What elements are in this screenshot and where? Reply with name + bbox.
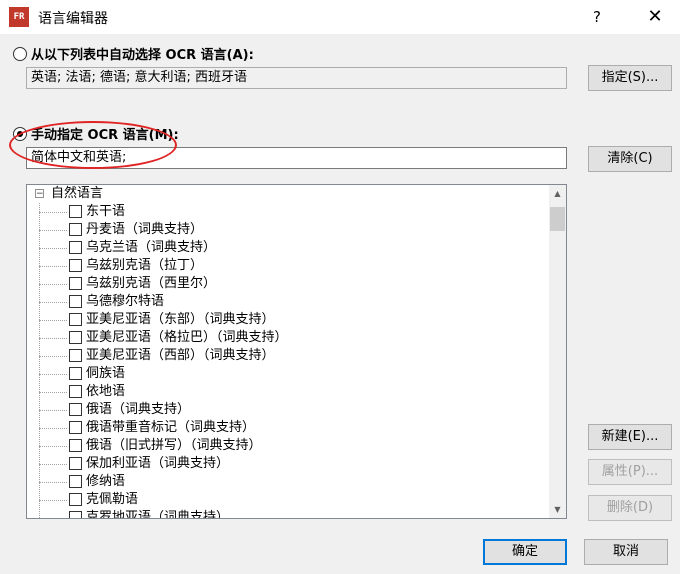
language-tree[interactable]: − 自然语言 东干语丹麦语（词典支持） 乌克兰语（词典支持） 乌兹别克语（拉丁） 乌兹… <box>26 184 567 519</box>
delete-button[interactable]: 删除(D) <box>588 495 672 521</box>
language-checkbox[interactable] <box>69 439 82 452</box>
tree-connector-line <box>39 248 67 249</box>
language-label: 丹麦语（词典支持） <box>86 222 204 237</box>
language-label: 俄语（词典支持） <box>86 402 191 417</box>
language-checkbox[interactable] <box>69 277 82 290</box>
title-bar: FR 语言编辑器 ? ✕ <box>0 0 680 34</box>
language-checkbox[interactable] <box>69 475 82 488</box>
properties-button[interactable]: 属性(P)... <box>588 459 672 485</box>
app-logo-icon: FR <box>9 7 29 27</box>
tree-item[interactable]: 克佩勒语 <box>27 491 547 509</box>
ok-button[interactable]: 确定 <box>483 539 567 565</box>
language-label: 乌兹别克语（西里尔） <box>86 276 217 291</box>
auto-languages-field: 英语; 法语; 德语; 意大利语; 西班牙语 <box>26 67 567 89</box>
language-checkbox[interactable] <box>69 223 82 236</box>
tree-connector-line <box>39 266 67 267</box>
language-checkbox[interactable] <box>69 493 82 506</box>
language-checkbox[interactable] <box>69 421 82 434</box>
tree-connector-line <box>39 464 67 465</box>
scroll-up-arrow-icon[interactable]: ▲ <box>549 185 566 202</box>
scroll-down-arrow-icon[interactable]: ▼ <box>549 501 566 518</box>
language-checkbox[interactable] <box>69 295 82 308</box>
tree-scrollbar[interactable]: ▲ ▼ <box>549 185 566 518</box>
language-label: 保加利亚语（词典支持） <box>86 456 230 471</box>
tree-item[interactable]: 乌克兰语（词典支持） <box>27 239 547 257</box>
tree-item[interactable]: 侗族语 <box>27 365 547 383</box>
tree-connector-line <box>39 446 67 447</box>
language-checkbox[interactable] <box>69 349 82 362</box>
language-checkbox[interactable] <box>69 259 82 272</box>
close-button[interactable]: ✕ <box>644 6 666 28</box>
tree-item[interactable]: 丹麦语（词典支持） <box>27 221 547 239</box>
window-title: 语言编辑器 <box>38 11 108 27</box>
language-label: 侗族语 <box>86 366 126 381</box>
tree-connector-line <box>39 212 67 213</box>
language-label: 亚美尼亚语（西部）（词典支持） <box>86 348 275 363</box>
tree-connector-line <box>39 482 67 483</box>
tree-connector-line <box>39 410 67 411</box>
collapse-icon[interactable]: − <box>35 189 44 199</box>
specify-button[interactable]: 指定(S)... <box>588 65 672 91</box>
language-label: 依地语 <box>86 384 126 399</box>
tree-connector-line <box>39 302 67 303</box>
language-label: 亚美尼亚语（东部）（词典支持） <box>86 312 275 327</box>
language-label: 亚美尼亚语（格拉巴）（词典支持） <box>86 330 288 345</box>
language-label: 俄语（旧式拼写）（词典支持） <box>86 438 262 453</box>
tree-root-natural-languages[interactable]: − 自然语言 <box>27 185 547 203</box>
tree-connector-line <box>39 392 67 393</box>
tree-item[interactable]: 保加利亚语（词典支持） <box>27 455 547 473</box>
auto-select-label: 从以下列表中自动选择 OCR 语言(A): <box>31 48 254 63</box>
language-checkbox[interactable] <box>69 331 82 344</box>
tree-item[interactable]: 修纳语 <box>27 473 547 491</box>
manual-languages-input[interactable]: 简体中文和英语; <box>26 147 567 169</box>
tree-item[interactable]: 俄语带重音标记（词典支持） <box>27 419 547 437</box>
manual-select-radio[interactable] <box>13 127 27 141</box>
language-label: 乌克兰语（词典支持） <box>86 240 217 255</box>
language-checkbox[interactable] <box>69 457 82 470</box>
language-checkbox[interactable] <box>69 385 82 398</box>
tree-item[interactable]: 东干语 <box>27 203 547 221</box>
tree-item[interactable]: 依地语 <box>27 383 547 401</box>
tree-item[interactable]: 俄语（词典支持） <box>27 401 547 419</box>
tree-connector-line <box>39 428 67 429</box>
cancel-button[interactable]: 取消 <box>584 539 668 565</box>
language-checkbox[interactable] <box>69 403 82 416</box>
manual-select-label: 手动指定 OCR 语言(M): <box>31 128 179 143</box>
auto-select-radio[interactable] <box>13 47 27 61</box>
tree-item[interactable]: 亚美尼亚语（东部）（词典支持） <box>27 311 547 329</box>
tree-connector-line <box>39 338 67 339</box>
tree-item[interactable]: 乌德穆尔特语 <box>27 293 547 311</box>
language-label: 克罗地亚语（词典支持） <box>86 510 230 519</box>
tree-item[interactable]: 俄语（旧式拼写）（词典支持） <box>27 437 547 455</box>
language-label: 东干语 <box>86 204 126 219</box>
language-label: 乌德穆尔特语 <box>86 294 165 309</box>
tree-item[interactable]: 乌兹别克语（拉丁） <box>27 257 547 275</box>
language-label: 俄语带重音标记（词典支持） <box>86 420 256 435</box>
tree-root-label: 自然语言 <box>51 186 104 201</box>
tree-item[interactable]: 亚美尼亚语（格拉巴）（词典支持） <box>27 329 547 347</box>
language-checkbox[interactable] <box>69 205 82 218</box>
language-checkbox[interactable] <box>69 367 82 380</box>
language-checkbox[interactable] <box>69 511 82 518</box>
language-label: 修纳语 <box>86 474 126 489</box>
tree-item[interactable]: 乌兹别克语（西里尔） <box>27 275 547 293</box>
language-checkbox[interactable] <box>69 313 82 326</box>
tree-connector-line <box>39 500 67 501</box>
tree-connector-line <box>39 230 67 231</box>
clear-button[interactable]: 清除(C) <box>588 146 672 172</box>
language-label: 克佩勒语 <box>86 492 139 507</box>
tree-connector-line <box>39 374 67 375</box>
language-checkbox[interactable] <box>69 241 82 254</box>
tree-connector-line <box>39 356 67 357</box>
tree-connector-line <box>39 284 67 285</box>
tree-connector-line <box>39 518 67 519</box>
help-button[interactable]: ? <box>586 6 608 28</box>
tree-connector-line <box>39 320 67 321</box>
scroll-thumb[interactable] <box>550 207 565 231</box>
language-label: 乌兹别克语（拉丁） <box>86 258 204 273</box>
new-button[interactable]: 新建(E)... <box>588 424 672 450</box>
tree-item[interactable]: 克罗地亚语（词典支持） <box>27 509 547 519</box>
tree-item[interactable]: 亚美尼亚语（西部）（词典支持） <box>27 347 547 365</box>
